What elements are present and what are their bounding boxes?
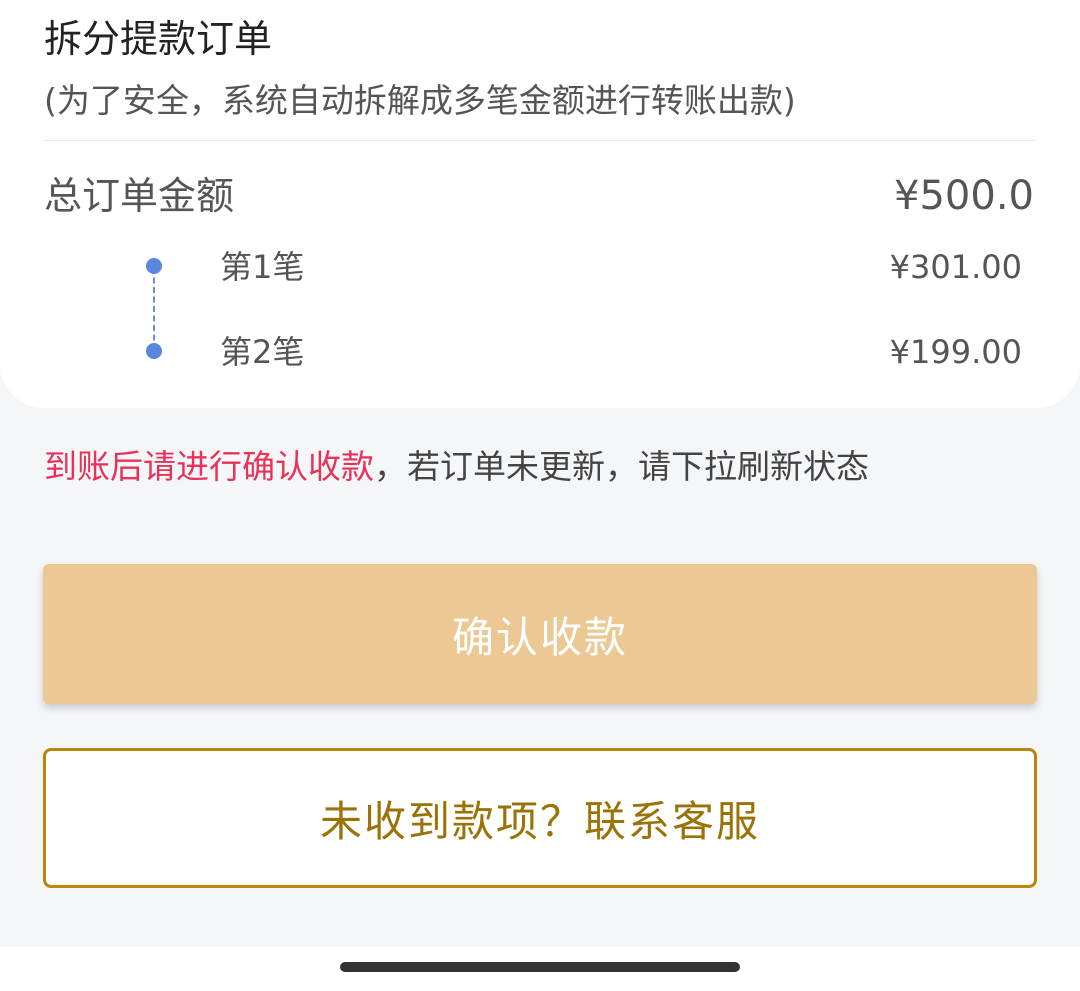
timeline-dot-1 (146, 258, 162, 274)
timeline-connector (153, 268, 155, 350)
installment-1-label: 第1笔 (220, 248, 305, 286)
split-order-card: 拆分提款订单 (为了安全，系统自动拆解成多笔金额进行转账出款) 总订单金额 ¥5… (0, 0, 1080, 408)
total-amount-label: 总订单金额 (44, 174, 235, 218)
notice-rest: ，若订单未更新，请下拉刷新状态 (374, 447, 869, 486)
card-title: 拆分提款订单 (44, 17, 273, 61)
installment-1-amount: ¥301.00 (889, 248, 1022, 286)
total-amount-value: ¥500.0 (894, 173, 1034, 219)
timeline-dot-2 (146, 343, 162, 359)
home-indicator[interactable] (340, 962, 740, 972)
installment-2-amount: ¥199.00 (889, 333, 1022, 371)
card-subtitle: (为了安全，系统自动拆解成多笔金额进行转账出款) (44, 81, 796, 120)
installment-2-label: 第2笔 (220, 333, 305, 371)
notice-highlight: 到账后请进行确认收款 (44, 447, 374, 486)
notice-text: 到账后请进行确认收款，若订单未更新，请下拉刷新状态 (44, 444, 869, 490)
divider (44, 140, 1037, 141)
contact-support-button[interactable]: 未收到款项？联系客服 (43, 748, 1037, 888)
confirm-receipt-button[interactable]: 确认收款 (43, 564, 1037, 704)
